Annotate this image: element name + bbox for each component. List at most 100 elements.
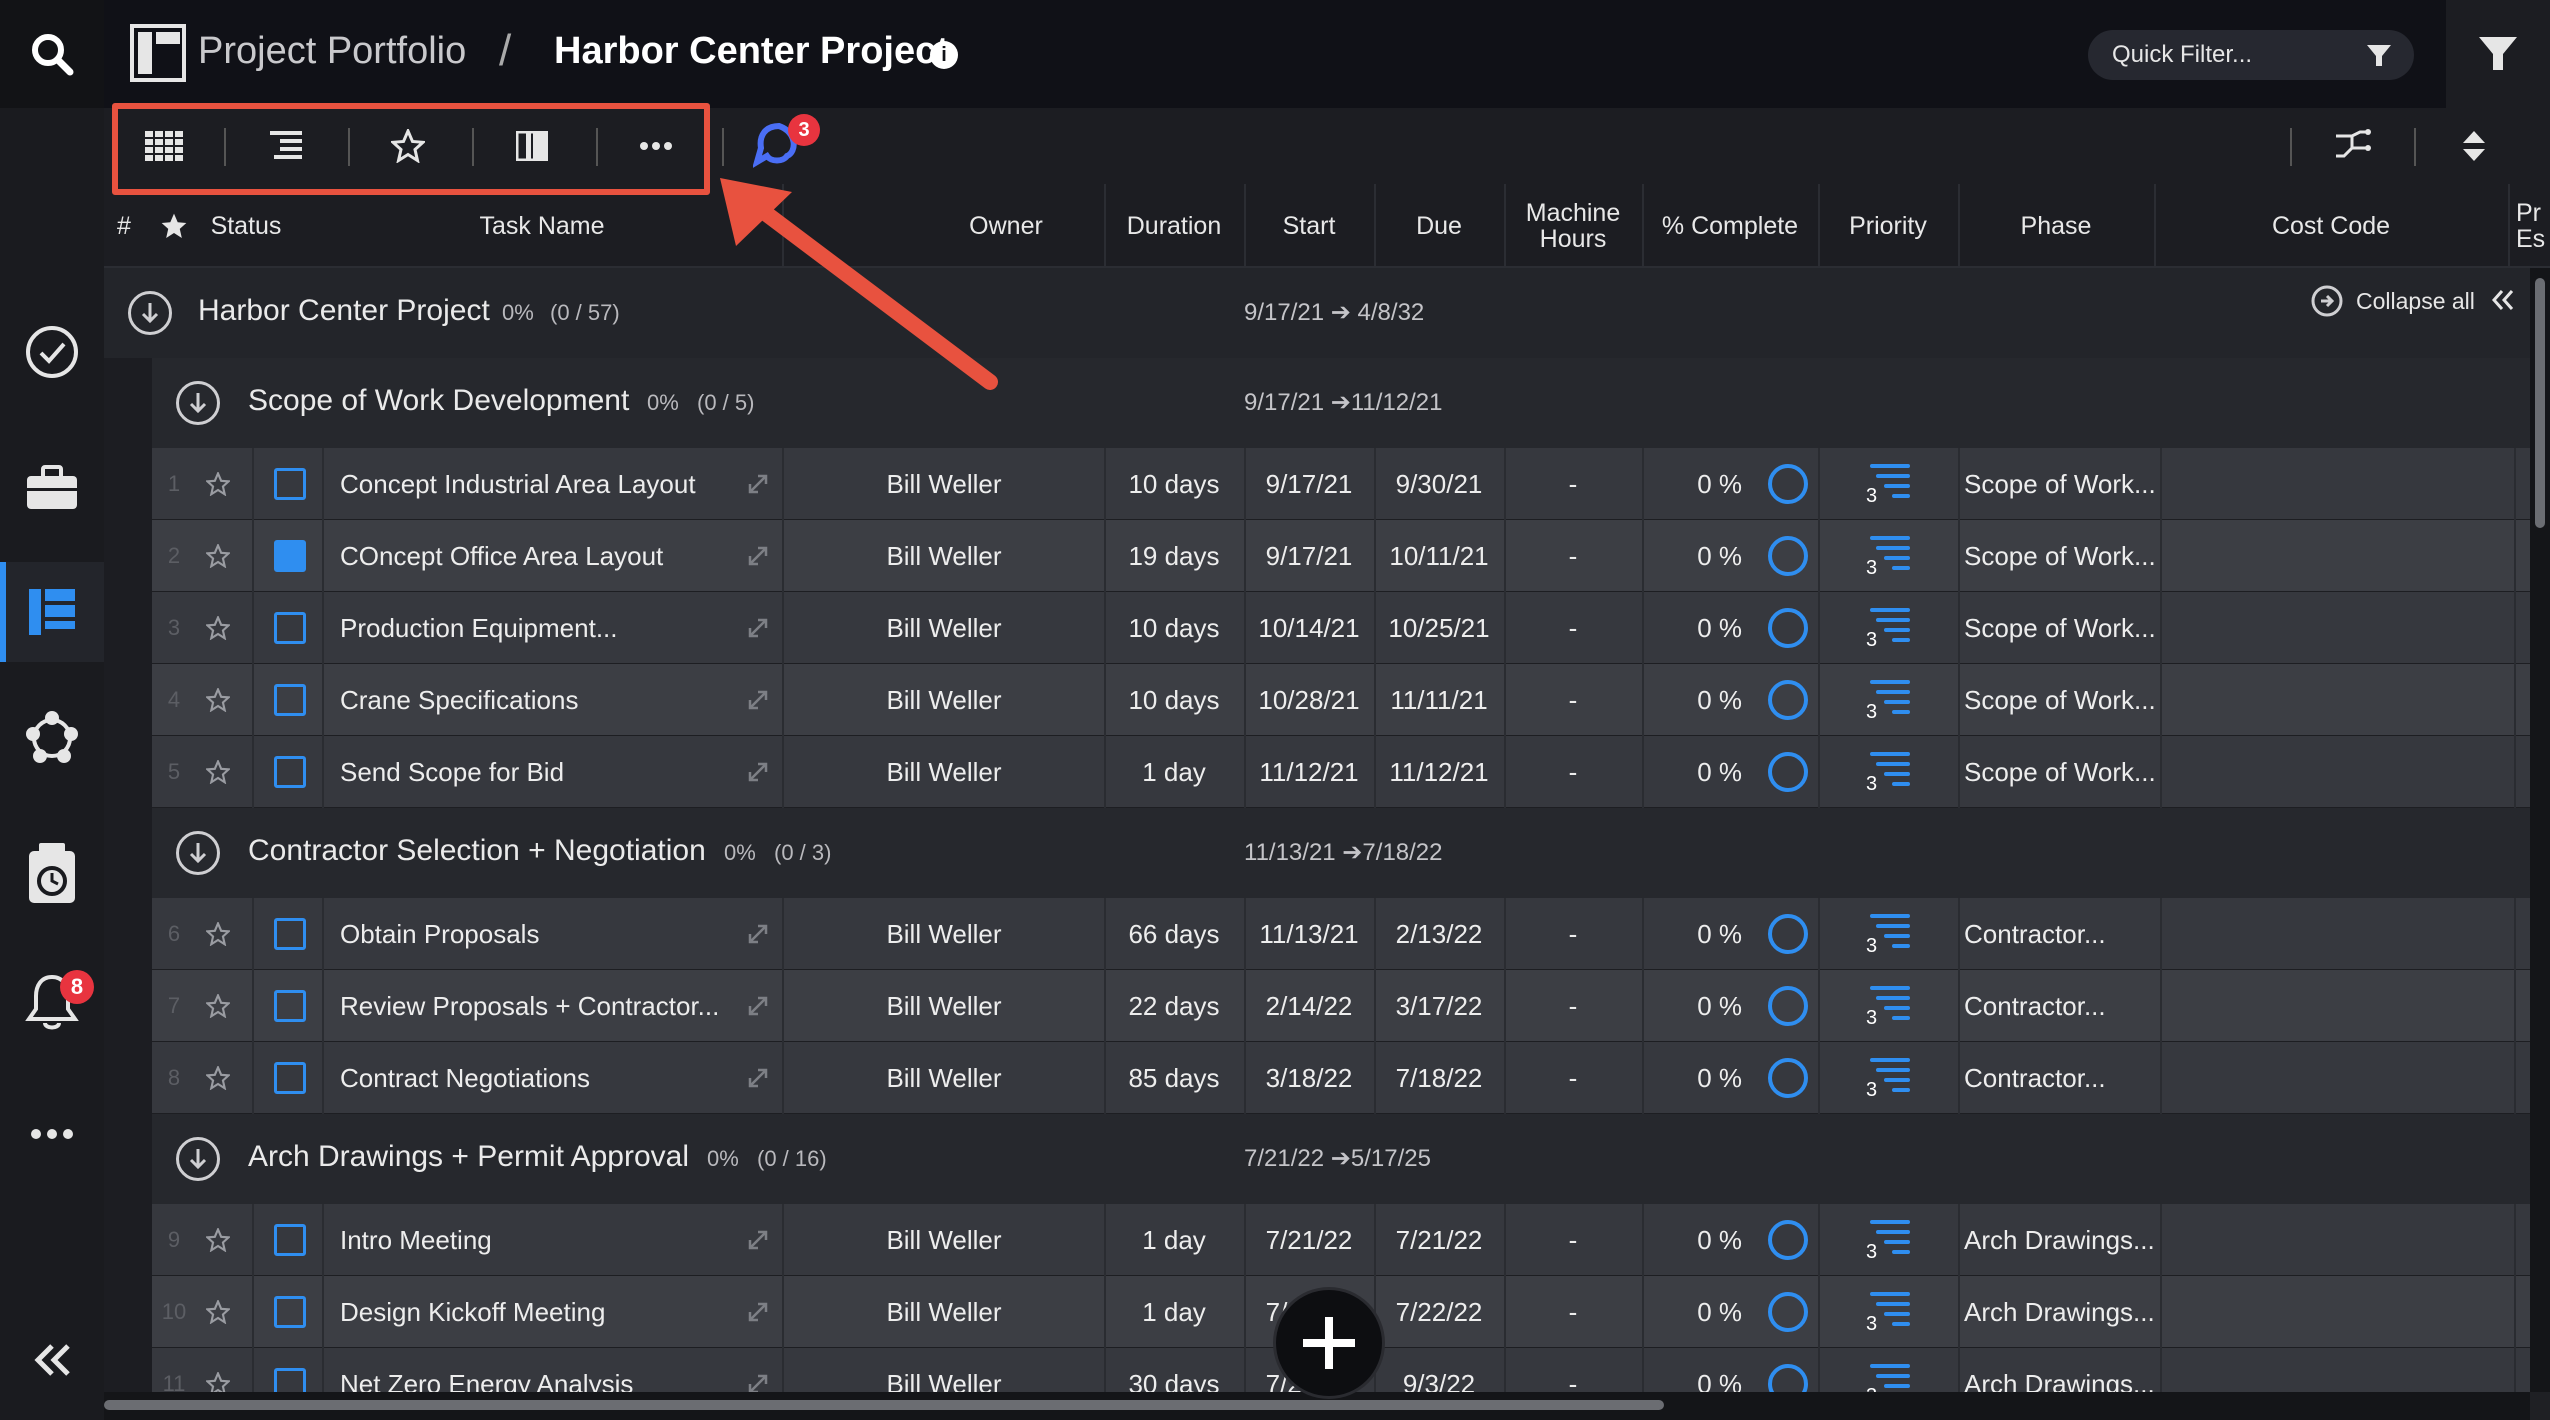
breadcrumb-parent[interactable]: Project Portfolio: [198, 30, 466, 73]
due-date[interactable]: 7/18/22: [1374, 1042, 1504, 1114]
priority[interactable]: 3: [1818, 736, 1958, 808]
row-favorite[interactable]: [198, 898, 238, 970]
status-checkbox[interactable]: [270, 898, 310, 970]
due-date[interactable]: 7/21/22: [1374, 1204, 1504, 1276]
task-row[interactable]: 4 Crane Specifications Bill Weller 10 days 1…: [152, 664, 2530, 736]
start-date[interactable]: 10/28/21: [1244, 664, 1374, 736]
machine-hours[interactable]: -: [1504, 970, 1642, 1042]
phase[interactable]: Contractor...: [1964, 970, 2160, 1042]
pct-complete[interactable]: 0 %: [1642, 1204, 1742, 1276]
expand-toggle[interactable]: [176, 381, 220, 425]
progress-ring[interactable]: [1758, 448, 1818, 520]
open-task-button[interactable]: [746, 1204, 776, 1276]
open-task-button[interactable]: [746, 970, 776, 1042]
phase[interactable]: Scope of Work...: [1964, 592, 2160, 664]
col-cut-off[interactable]: Pr Es: [2516, 184, 2550, 268]
pct-complete[interactable]: 0 %: [1642, 736, 1742, 808]
duration[interactable]: 1 day: [1104, 1204, 1244, 1276]
machine-hours[interactable]: -: [1504, 736, 1642, 808]
duration[interactable]: 10 days: [1104, 448, 1244, 520]
col-start[interactable]: Start: [1244, 184, 1374, 268]
status-checkbox[interactable]: [270, 1276, 310, 1348]
machine-hours[interactable]: -: [1504, 1204, 1642, 1276]
horizontal-scrollbar[interactable]: [104, 1392, 2530, 1420]
duration[interactable]: 30 days: [1104, 1348, 1244, 1393]
rail-tasks[interactable]: [0, 312, 104, 392]
start-date[interactable]: 11/12/21: [1244, 736, 1374, 808]
task-row[interactable]: 6 Obtain Proposals Bill Weller 66 days 11/13…: [152, 898, 2530, 970]
duration[interactable]: 85 days: [1104, 1042, 1244, 1114]
pct-complete[interactable]: 0 %: [1642, 592, 1742, 664]
pct-complete[interactable]: 0 %: [1642, 1348, 1742, 1393]
col-due[interactable]: Due: [1374, 184, 1504, 268]
progress-ring[interactable]: [1758, 1348, 1818, 1392]
priority[interactable]: 3: [1818, 448, 1958, 520]
rail-collapse[interactable]: [0, 1320, 104, 1400]
due-date[interactable]: 9/3/22: [1374, 1348, 1504, 1393]
vertical-scrollbar[interactable]: [2530, 268, 2550, 1392]
machine-hours[interactable]: -: [1504, 520, 1642, 592]
rail-notifications[interactable]: 8: [0, 962, 104, 1042]
expand-toggle[interactable]: [176, 831, 220, 875]
duration[interactable]: 22 days: [1104, 970, 1244, 1042]
row-favorite[interactable]: [198, 970, 238, 1042]
machine-hours[interactable]: -: [1504, 448, 1642, 520]
row-favorite[interactable]: [198, 592, 238, 664]
row-favorite[interactable]: [198, 1204, 238, 1276]
pct-complete[interactable]: 0 %: [1642, 1042, 1742, 1114]
rail-more[interactable]: [0, 1094, 104, 1174]
col-machine-hours[interactable]: Machine Hours: [1504, 184, 1642, 268]
duration[interactable]: 10 days: [1104, 592, 1244, 664]
phase[interactable]: Scope of Work...: [1964, 736, 2160, 808]
open-task-button[interactable]: [746, 898, 776, 970]
chat-button[interactable]: 3: [744, 114, 820, 170]
col-pct-complete[interactable]: % Complete: [1642, 184, 1818, 268]
add-task-button[interactable]: [1276, 1290, 1382, 1396]
status-checkbox[interactable]: [270, 520, 310, 592]
task-name[interactable]: COncept Office Area Layout: [340, 520, 740, 592]
start-date[interactable]: 2/14/22: [1244, 970, 1374, 1042]
task-name[interactable]: Contract Negotiations: [340, 1042, 740, 1114]
row-favorite[interactable]: [198, 520, 238, 592]
info-icon[interactable]: i: [930, 41, 958, 69]
machine-hours[interactable]: -: [1504, 592, 1642, 664]
phase[interactable]: Scope of Work...: [1964, 448, 2160, 520]
rail-network[interactable]: [0, 698, 104, 778]
scroll-thumb[interactable]: [104, 1400, 1664, 1410]
machine-hours[interactable]: -: [1504, 664, 1642, 736]
open-task-button[interactable]: [746, 592, 776, 664]
pct-complete[interactable]: 0 %: [1642, 664, 1742, 736]
duration[interactable]: 1 day: [1104, 1276, 1244, 1348]
row-favorite[interactable]: [198, 1276, 238, 1348]
priority[interactable]: 3: [1818, 520, 1958, 592]
status-checkbox[interactable]: [270, 448, 310, 520]
due-date[interactable]: 2/13/22: [1374, 898, 1504, 970]
machine-hours[interactable]: -: [1504, 1042, 1642, 1114]
duration[interactable]: 1 day: [1104, 736, 1244, 808]
task-name[interactable]: Production Equipment...: [340, 592, 740, 664]
priority[interactable]: 3: [1818, 592, 1958, 664]
progress-ring[interactable]: [1758, 520, 1818, 592]
task-row[interactable]: 3 Production Equipment... Bill Weller 10 da…: [152, 592, 2530, 664]
priority[interactable]: 3: [1818, 970, 1958, 1042]
duration[interactable]: 66 days: [1104, 898, 1244, 970]
filter-panel-button[interactable]: [2446, 0, 2550, 108]
collapse-all-button[interactable]: Collapse all: [2310, 284, 2475, 318]
owner[interactable]: Bill Weller: [784, 736, 1104, 808]
priority[interactable]: 3: [1818, 1348, 1958, 1392]
start-date[interactable]: 7/21/22: [1244, 1204, 1374, 1276]
task-name[interactable]: Concept Industrial Area Layout: [340, 448, 740, 520]
pct-complete[interactable]: 0 %: [1642, 970, 1742, 1042]
task-name[interactable]: Crane Specifications: [340, 664, 740, 736]
row-favorite[interactable]: [198, 1042, 238, 1114]
progress-ring[interactable]: [1758, 592, 1818, 664]
phase[interactable]: Arch Drawings...: [1964, 1204, 2160, 1276]
task-row[interactable]: 7 Review Proposals + Contractor... Bill We…: [152, 970, 2530, 1042]
owner[interactable]: Bill Weller: [784, 664, 1104, 736]
phase[interactable]: Arch Drawings...: [1964, 1276, 2160, 1348]
status-checkbox[interactable]: [270, 1042, 310, 1114]
task-name[interactable]: Intro Meeting: [340, 1204, 740, 1276]
search-button[interactable]: [0, 0, 104, 108]
group-row[interactable]: Scope of Work Development 0% (0 / 5) 9/17/2…: [104, 358, 2530, 448]
owner[interactable]: Bill Weller: [784, 970, 1104, 1042]
